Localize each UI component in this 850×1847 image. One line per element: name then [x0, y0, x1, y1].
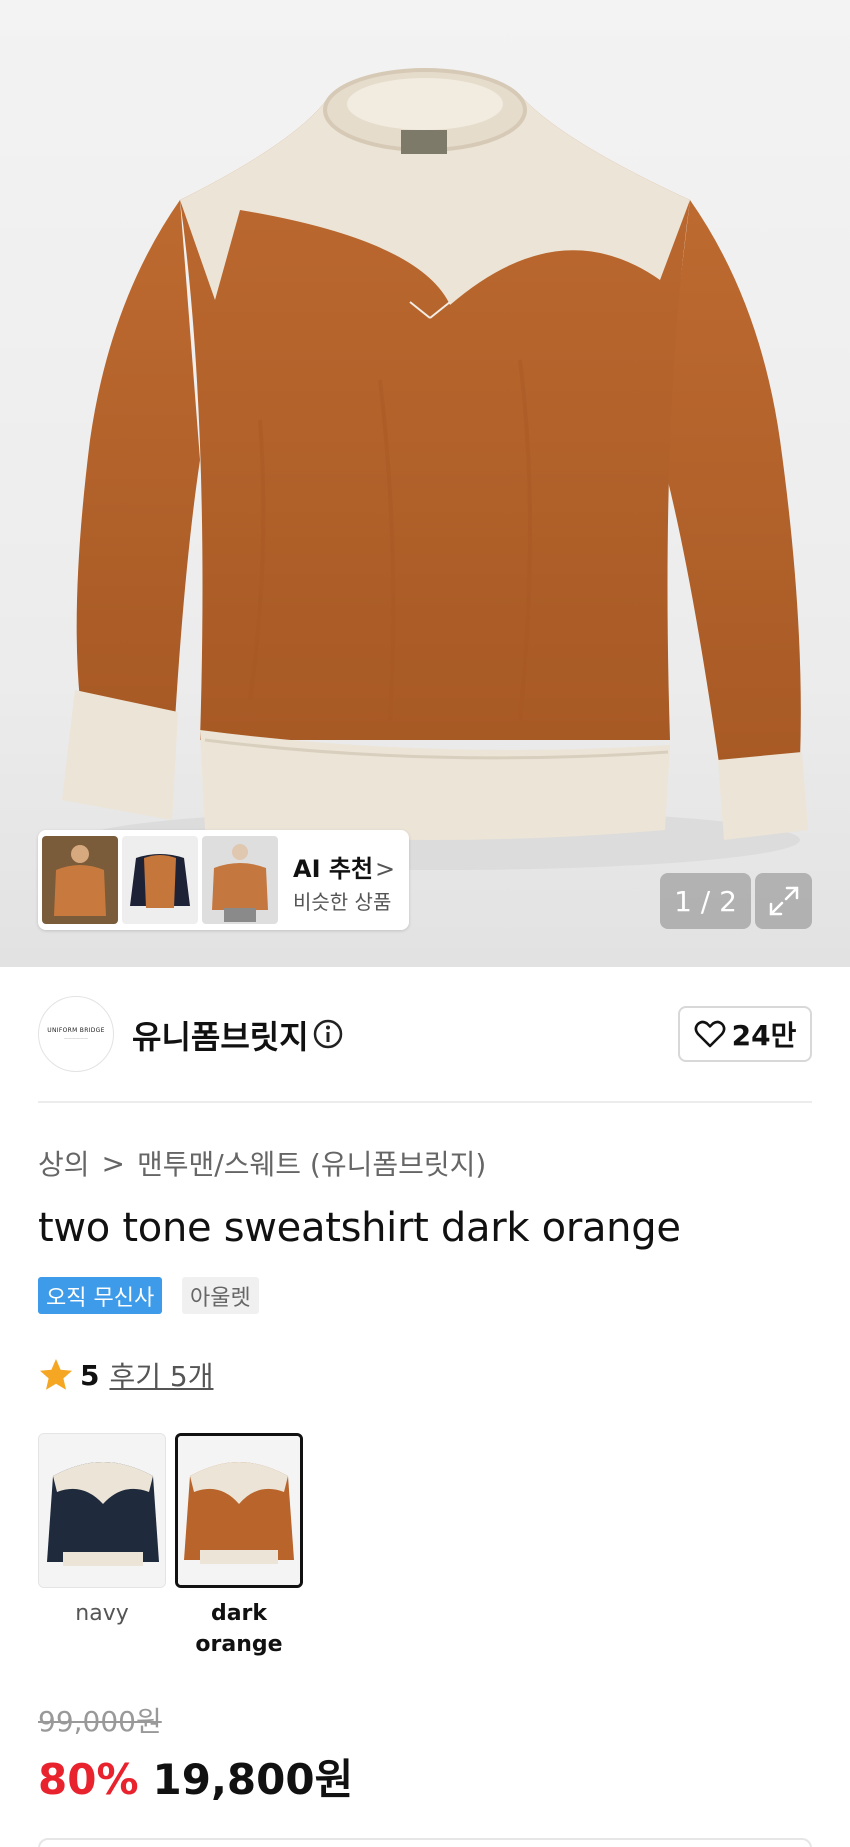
price-row: 80% 19,800원	[38, 1746, 353, 1807]
divider	[38, 1101, 812, 1103]
recommend-thumbnail[interactable]	[42, 836, 118, 924]
like-count: 24만	[731, 1019, 797, 1052]
color-label-navy: navy	[75, 1601, 129, 1626]
ai-recommend-title: AI 추천>	[293, 855, 396, 883]
ai-recommend-card[interactable]: AI 추천> 비슷한 상품	[38, 830, 409, 930]
original-price: 99,000원	[38, 1705, 162, 1738]
rating-row: 5 후기 5개	[38, 1355, 213, 1395]
navy-sweatshirt-thumbnail	[39, 1434, 165, 1587]
sweatshirt-image	[62, 68, 808, 870]
image-page-indicator: 1 / 2	[660, 873, 751, 929]
info-icon[interactable]	[312, 1018, 344, 1050]
expand-arrows-icon	[769, 886, 798, 916]
orange-sweatshirt-thumbnail	[178, 1436, 300, 1585]
discount-rate: 80%	[38, 1755, 139, 1804]
brand-name[interactable]: 유니폼브릿지	[132, 1012, 309, 1058]
chevron-right-icon: >	[101, 1146, 125, 1180]
like-button[interactable]: 24만	[678, 1006, 812, 1062]
breadcrumb-category[interactable]: 상의	[38, 1143, 90, 1183]
rating-score: 5	[80, 1358, 100, 1392]
brand-logo[interactable]: UNIFORM BRIDGE ——————	[38, 996, 114, 1072]
star-icon	[40, 1359, 72, 1390]
color-option-dark-orange[interactable]	[175, 1433, 303, 1588]
chevron-right-icon: >	[375, 855, 396, 883]
color-option-navy[interactable]	[38, 1433, 166, 1588]
outlet-badge: 아울렛	[182, 1277, 259, 1314]
breadcrumb-subcategory[interactable]: 맨투맨/스웨트 (유니폼브릿지)	[137, 1143, 486, 1183]
ai-recommend-subtitle: 비슷한 상품	[293, 890, 392, 914]
heart-outline-icon	[694, 1020, 726, 1048]
product-title: two tone sweatshirt dark orange	[38, 1205, 681, 1251]
breadcrumb: 상의 > 맨투맨/스웨트 (유니폼브릿지)	[38, 1143, 486, 1183]
product-image[interactable]: AI 추천> 비슷한 상품 1 / 2	[0, 0, 850, 967]
review-count-link[interactable]: 후기 5개	[109, 1355, 213, 1395]
expand-image-button[interactable]	[755, 873, 812, 929]
exclusive-badge: 오직 무신사	[38, 1277, 163, 1314]
next-section-edge	[38, 1838, 812, 1847]
color-label-dark-orange: dark orange	[195, 1601, 283, 1657]
recommend-thumbnail[interactable]	[202, 836, 278, 924]
recommend-thumbnail[interactable]	[122, 836, 198, 924]
sale-price: 19,800원	[152, 1755, 354, 1804]
